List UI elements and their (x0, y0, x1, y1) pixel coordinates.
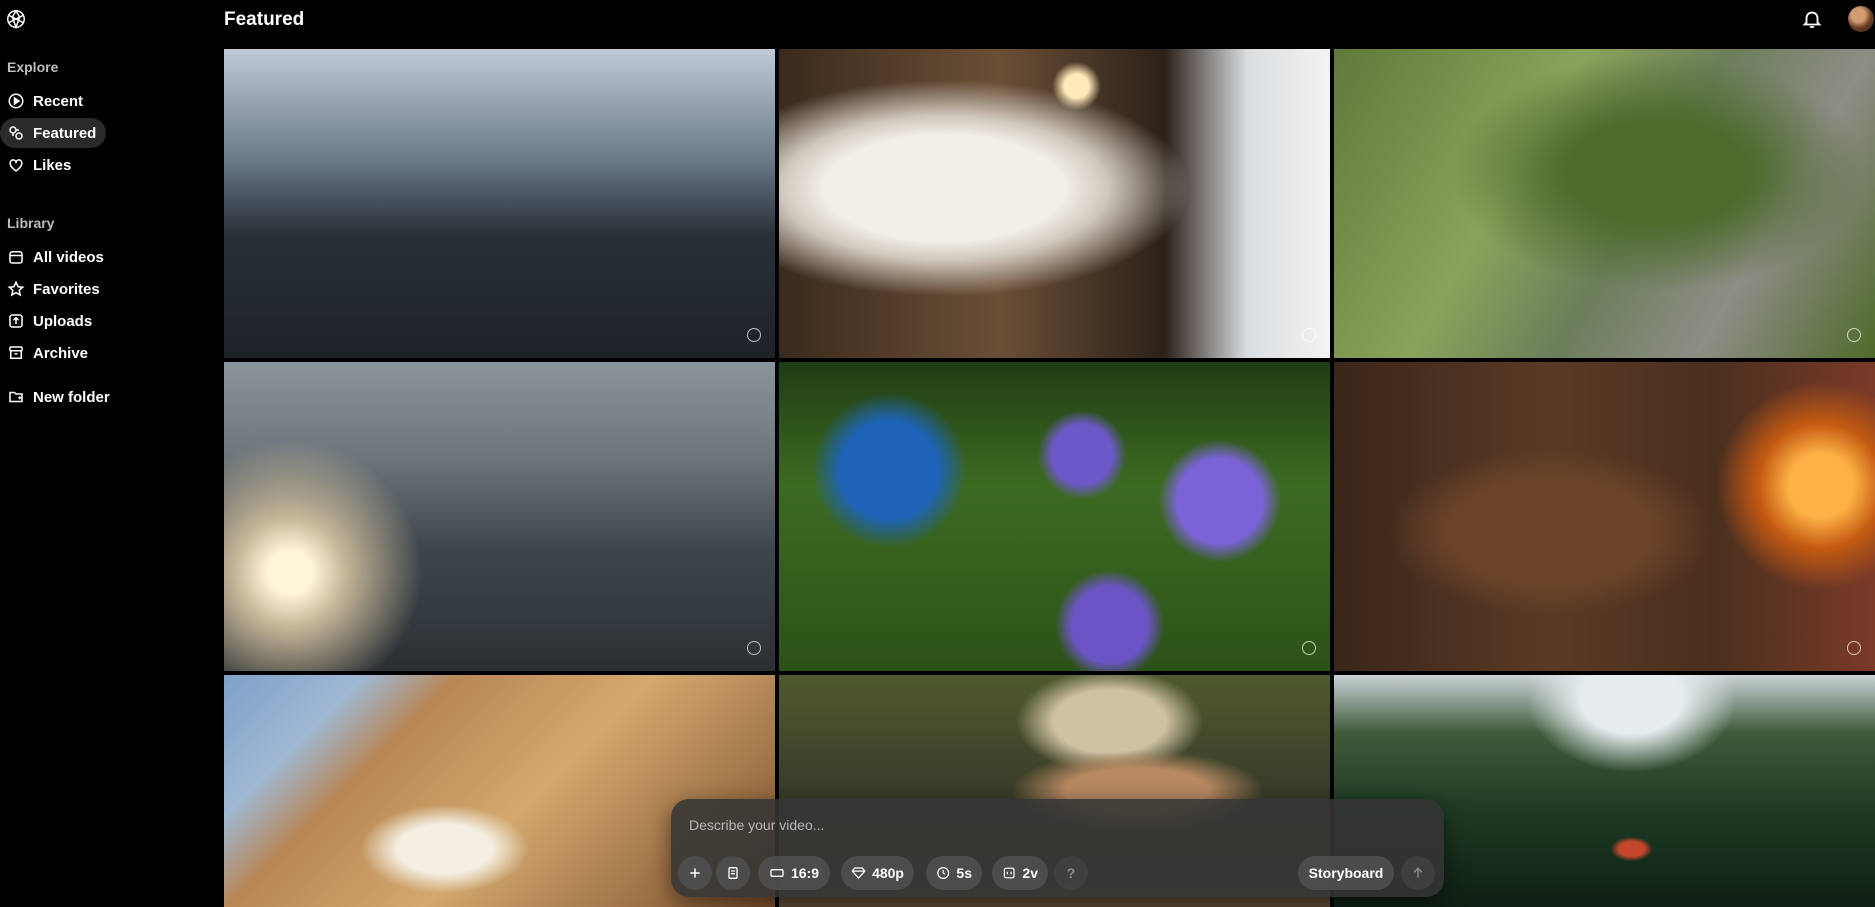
sidebar-item-label: Archive (33, 344, 89, 362)
sidebar-item-label: Featured (33, 124, 97, 142)
bell-icon[interactable] (1801, 8, 1823, 30)
upload-icon (7, 312, 25, 330)
variations-icon (1003, 867, 1015, 879)
storyboard-label: Storyboard (1308, 865, 1384, 881)
video-tile-elderly-woman-peach-path[interactable] (1334, 49, 1875, 358)
watermark-icon (747, 641, 761, 655)
folder-plus-icon (7, 388, 25, 406)
sidebar-item-all-videos[interactable]: All videos (0, 242, 114, 272)
watermark-icon (1302, 328, 1316, 342)
duration-value: 5s (956, 865, 972, 881)
variations-value: 2v (1022, 865, 1038, 881)
featured-video-grid (224, 49, 1875, 907)
storyboard-button[interactable]: Storyboard (1298, 856, 1394, 890)
archive-icon (7, 344, 25, 362)
video-library-icon (7, 248, 25, 266)
submit-button[interactable] (1401, 856, 1435, 890)
star-icon (7, 280, 25, 298)
resolution-button[interactable]: 480p (841, 856, 914, 890)
new-folder-label: New folder (33, 388, 110, 406)
watermark-icon (747, 328, 761, 342)
video-tile-couple-train-station[interactable] (224, 49, 775, 358)
sidebar-item-label: Favorites (33, 280, 100, 298)
arrow-up-icon (1413, 867, 1423, 878)
variations-button[interactable]: 2v (992, 856, 1048, 890)
sidebar-item-favorites[interactable]: Favorites (0, 274, 110, 304)
help-button[interactable]: ? (1054, 856, 1088, 890)
sidebar-item-featured[interactable]: Featured (0, 118, 107, 148)
featured-icon (7, 124, 25, 142)
openai-logo-icon[interactable] (5, 8, 27, 30)
heart-icon (7, 156, 25, 174)
video-composer: 16:9 480p 5s 2v ? Storyboard (671, 799, 1444, 897)
presets-button[interactable] (716, 856, 750, 890)
library-section-title: Library (7, 215, 55, 231)
add-button[interactable] (678, 856, 712, 890)
sidebar: Explore Recent Featured Likes Library Al… (0, 0, 218, 907)
document-icon (728, 867, 738, 879)
watermark-icon (1847, 328, 1861, 342)
explore-section-title: Explore (7, 59, 59, 75)
sidebar-item-label: All videos (33, 248, 104, 266)
new-folder-button[interactable]: New folder (0, 382, 120, 412)
help-label: ? (1066, 865, 1076, 881)
sidebar-item-likes[interactable]: Likes (0, 150, 81, 180)
aspect-ratio-button[interactable]: 16:9 (758, 856, 830, 890)
video-tile-butterfly-purple-flowers[interactable] (779, 362, 1330, 671)
sidebar-item-label: Recent (33, 92, 84, 110)
clock-icon (937, 866, 950, 880)
sidebar-item-archive[interactable]: Archive (0, 338, 98, 368)
sidebar-item-recent[interactable]: Recent (0, 86, 93, 116)
watermark-icon (1847, 641, 1861, 655)
describe-video-input[interactable] (687, 813, 1431, 837)
duration-button[interactable]: 5s (926, 856, 982, 890)
avatar[interactable] (1848, 6, 1874, 32)
video-tile-bear-knitting-fireplace[interactable] (1334, 362, 1875, 671)
resolution-value: 480p (872, 865, 904, 881)
sidebar-item-uploads[interactable]: Uploads (0, 306, 102, 336)
play-circle-icon (7, 92, 25, 110)
aspect-ratio-value: 16:9 (790, 865, 820, 881)
sidebar-item-label: Uploads (33, 312, 93, 330)
video-tile-lamb-window[interactable] (779, 49, 1330, 358)
aspect-ratio-icon (770, 869, 784, 877)
sidebar-item-label: Likes (33, 156, 72, 174)
diamond-icon (851, 867, 866, 879)
plus-icon (690, 868, 700, 878)
video-tile-lake-sunlight-trees[interactable] (224, 362, 775, 671)
watermark-icon (1302, 641, 1316, 655)
page-title: Featured (224, 9, 305, 30)
